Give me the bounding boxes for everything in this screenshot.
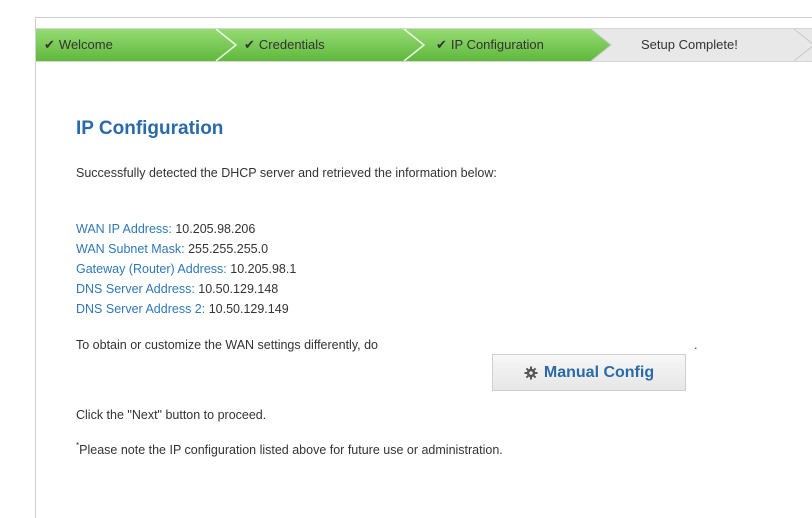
field-label: DNS Server Address: [76, 282, 195, 296]
wizard-frame: ✔ Welcome ✔ Credentials ✔ IP Configuration … [35, 17, 812, 518]
step-setup-complete: Setup Complete! [641, 29, 738, 61]
info-row-subnet: WAN Subnet Mask: 255.255.255.0 [76, 242, 268, 256]
page-title: IP Configuration [76, 118, 224, 139]
note-body: Please note the IP configuration listed … [79, 443, 503, 457]
step-ip-configuration: ✔ IP Configuration [436, 29, 544, 61]
field-value: 255.255.255.0 [188, 242, 269, 256]
field-value: 10.205.98.206 [175, 222, 256, 236]
field-label: Gateway (Router) Address: [76, 262, 227, 276]
field-label: WAN IP Address: [76, 222, 172, 236]
customize-period: . [694, 338, 698, 352]
field-label: WAN Subnet Mask: [76, 242, 185, 256]
checkmark-icon: ✔ [436, 37, 447, 52]
info-row-dns1: DNS Server Address: 10.50.129.148 [76, 282, 278, 296]
info-row-gateway: Gateway (Router) Address: 10.205.98.1 [76, 262, 296, 276]
intro-text: Successfully detected the DHCP server an… [76, 166, 497, 180]
step-label: IP Configuration [450, 37, 544, 52]
note-text: *Please note the IP configuration listed… [76, 441, 503, 457]
checkmark-icon: ✔ [244, 37, 255, 52]
step-welcome: ✔ Welcome [44, 29, 113, 61]
field-value: 10.50.129.148 [198, 282, 279, 296]
customize-text: To obtain or customize the WAN settings … [76, 338, 378, 352]
gear-icon [524, 366, 538, 379]
manual-config-button[interactable]: Manual Config [492, 354, 686, 391]
info-row-dns2: DNS Server Address 2: 10.50.129.149 [76, 302, 289, 316]
next-instruction: Click the "Next" button to proceed. [76, 408, 267, 422]
step-credentials: ✔ Credentials [244, 29, 325, 61]
step-label: Setup Complete! [641, 37, 738, 52]
field-value: 10.50.129.149 [208, 302, 289, 316]
field-label: DNS Server Address 2: [76, 302, 206, 316]
wizard-steps: ✔ Welcome ✔ Credentials ✔ IP Configuration … [36, 28, 812, 62]
step-label: Credentials [258, 37, 325, 52]
note-asterisk: * [76, 441, 80, 450]
info-row-wan-ip: WAN IP Address: 10.205.98.206 [76, 222, 255, 236]
manual-config-label: Manual Config [543, 363, 655, 381]
field-value: 10.205.98.1 [230, 262, 297, 276]
step-label: Welcome [58, 37, 113, 52]
step-separator [793, 29, 812, 61]
checkmark-icon: ✔ [44, 37, 55, 52]
